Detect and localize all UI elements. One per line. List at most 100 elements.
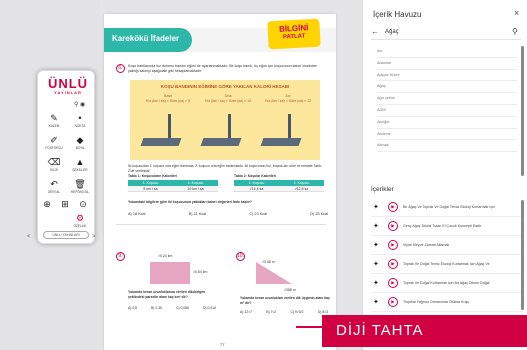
question-prompt: Yukarıdaki bilgilere göre iki koşucunun … xyxy=(128,200,252,204)
zoom-in-button[interactable]: ⊕ xyxy=(38,199,56,217)
tag-list: Acı Adamlar Adipoz Hücre Ağaç Ağır çekim… xyxy=(377,46,517,153)
zoom-in-icon: ⊕ xyxy=(43,199,51,209)
table2-title: Tablo 2: Koşular Kalorileri xyxy=(234,174,276,178)
content-pool-panel: İçerik Havuzu × ← Ağaç ⚲ Acı Adamlar Adi… xyxy=(362,0,527,350)
tag-item[interactable]: Acı xyxy=(377,46,517,58)
pen-tool-button[interactable]: ✎ KALEM xyxy=(42,113,66,131)
back-arrow-icon[interactable]: ← xyxy=(371,27,379,36)
tag-item[interactable]: Akciğer xyxy=(377,117,517,129)
tag-scrollbar[interactable] xyxy=(521,46,524,176)
toolbar-prev-arrow[interactable]: < xyxy=(27,234,31,240)
undo-button[interactable]: ↶ GERİ AL xyxy=(42,179,66,197)
content-list: ✦ ▶ Bir Ağaç Ve Toprak Ve Doğal Temiz Ekol… xyxy=(371,198,523,331)
level-formula: Hız (km / sa) × Süre (sa) × 10 xyxy=(204,99,252,103)
rect-dim-height: √0,54 km xyxy=(193,270,208,274)
diji-tahta-banner: DİJİ TAHTA xyxy=(322,315,527,347)
page-number: 77 xyxy=(220,342,225,347)
question-text: Yukarıda kenar uzunlukları verilen dik ü… xyxy=(240,296,330,305)
list-item[interactable]: ✦ ▶ Viyne Meyve Zaman Aliamak xyxy=(371,236,523,255)
badge-line2: PATLAT xyxy=(282,33,306,41)
toolbar-next-arrow[interactable]: > xyxy=(92,234,96,240)
highlighter-tool-button[interactable]: ✐ FOSFORLU xyxy=(42,135,66,153)
treadmill-hard: Zor Hız (km / sa) × Süre (sa) × 12 xyxy=(258,94,311,154)
dot-icon: • xyxy=(78,113,82,123)
answer-options: A) 18 Kcal B) 21 Kcal C) 23 Kcal D) 25 K… xyxy=(128,212,328,216)
play-icon[interactable]: ▶ xyxy=(388,259,398,269)
table1-title: Tablo 1: Koşucuların Kalorileri xyxy=(128,174,177,178)
pin-icon[interactable]: ✦ xyxy=(373,241,379,249)
publisher-logo: ÜNLÜ YAYINLAR xyxy=(47,76,89,95)
answer-b: B) 21 Kcal xyxy=(188,212,207,216)
level-name: Orta xyxy=(224,94,232,98)
table1: 1. Koşucu 5 km / sa 2. Koşucu 10 km / sa xyxy=(128,180,218,192)
list-item[interactable]: ✦ ▶ Genç Ağaç Dikimi Tutan El Çocuk Konsep… xyxy=(371,217,523,236)
grid-icon: ⊞ xyxy=(61,199,69,209)
tag-item[interactable]: Ağaç xyxy=(377,81,517,94)
tag-item[interactable]: AIDS xyxy=(377,105,517,117)
banner-accent-line xyxy=(296,326,324,328)
undo-icon: ↶ xyxy=(50,179,58,189)
play-icon[interactable]: ▶ xyxy=(388,278,398,288)
tag-item[interactable]: Akdeniz xyxy=(377,129,517,141)
tag-item[interactable]: Adipoz Hücre xyxy=(377,70,517,82)
chapter-title: Karekökü İfadeler xyxy=(112,34,180,43)
play-icon[interactable]: ▶ xyxy=(388,221,398,231)
question-text: Yukarıda kenar uzunluklarına verilen dik… xyxy=(128,290,206,299)
table2: 1. Koşucu √14,4 sa 2. Koşucu √12,5 sa xyxy=(234,180,324,192)
play-icon[interactable]: ▶ xyxy=(388,297,398,307)
list-item[interactable]: ✦ ▶ Toprak Ve Doğal Temiz Ekoloji Kurtarma… xyxy=(371,255,523,274)
pin-icon[interactable]: ✦ xyxy=(373,222,379,230)
content-scrollbar[interactable] xyxy=(521,200,524,310)
clear-all-button[interactable]: 🗑 HEPSİNİ SİL xyxy=(68,179,92,197)
pin-icon[interactable]: ✦ xyxy=(373,279,379,287)
answer-d: D) 25 Kcal xyxy=(310,212,328,216)
panel-title: İçerik Havuzu xyxy=(373,10,422,19)
target-icon: ⊙ xyxy=(79,199,87,209)
level-formula: Hız (km / sa) × Süre (sa) × 8 xyxy=(145,99,191,103)
section-title: İçerikler xyxy=(371,186,394,193)
search-input[interactable]: Ağaç xyxy=(385,29,399,35)
search-row: ← Ağaç ⚲ xyxy=(371,26,521,40)
play-icon[interactable]: ▶ xyxy=(388,240,398,250)
tag-item[interactable]: Ağır çekim xyxy=(377,93,517,105)
pen-icon: ✎ xyxy=(50,113,58,123)
answer-options: A) 0,8 B) 0,36 C) 0,086 D) 0,016 xyxy=(128,306,216,310)
question-text: Koşu bantlarında hız durumu bandın eğimi… xyxy=(128,64,318,73)
question-paragraph: İki koşucudan 1. koşucu orta eğim bantın… xyxy=(128,164,322,173)
tag-item[interactable]: Adamlar xyxy=(377,58,517,70)
level-name: Basit xyxy=(164,94,172,98)
shapes-icon: ▲ xyxy=(75,157,85,167)
dot-tool-button[interactable]: • NOKTA xyxy=(68,113,92,131)
pin-icon[interactable]: ✦ xyxy=(373,260,379,268)
question-number: 6. xyxy=(116,64,125,73)
settings-button[interactable]: ⚙ ÖZELLİK xyxy=(68,213,92,231)
list-item[interactable]: ✦ ▶ Bir Ağaç Ve Toprak Ve Doğal Temiz Ekol… xyxy=(371,198,523,217)
tag-item[interactable]: Akmak xyxy=(377,140,517,153)
triangle-figure xyxy=(256,262,292,284)
paint-tool-button[interactable]: ◆ BOYA xyxy=(68,135,92,153)
close-icon[interactable]: × xyxy=(514,8,519,18)
settings-icon: ⚙ xyxy=(75,213,85,223)
pin-icon[interactable]: ✦ xyxy=(373,203,379,211)
rect-dim-width: √0,24 km xyxy=(158,254,173,258)
answer-options: A) 12√7 B) 7√2 C) 9√3/2 D) 8√3 xyxy=(240,310,328,314)
pin-icon[interactable]: ✦ xyxy=(373,298,379,306)
treadmill-easy: Basit Hız (km / sa) × Süre (sa) × 8 xyxy=(138,94,190,154)
list-item[interactable]: ✦ ▶ Tropikal Yağmur Ormanında Ölüksa Kuşu xyxy=(371,293,523,312)
shapes-tool-button[interactable]: ▲ ŞEKİLLER xyxy=(68,157,92,175)
answer-a: A) 18 Kcal xyxy=(128,212,146,216)
eraser-icon: ⌫ xyxy=(47,157,61,167)
tri-dim-base: √388 m xyxy=(284,288,296,292)
drawing-toolbar: ÜNLÜ YAYINLAR ⚲ ◉ ✎ KALEM • NOKTA ✐ FOSFORL… xyxy=(37,70,95,244)
publisher-pill-button[interactable]: ÜNLÜ YAYINLARI xyxy=(43,231,89,239)
answer-c: C) 23 Kcal xyxy=(249,212,268,216)
highlighter-icon: ✐ xyxy=(50,135,58,145)
banner-label: DİJİ TAHTA xyxy=(336,322,424,339)
play-icon[interactable]: ▶ xyxy=(388,202,398,212)
list-item[interactable]: ✦ ▶ Toprak Ve Doğal Kurtarmak İçin Bir Ağa… xyxy=(371,274,523,293)
eye-icon[interactable]: ⚲ ◉ xyxy=(74,101,85,108)
divider xyxy=(116,224,326,225)
question-number: 10. xyxy=(236,252,245,261)
search-icon[interactable]: ⚲ xyxy=(512,27,518,36)
eraser-tool-button[interactable]: ⌫ SİLGİ xyxy=(42,157,66,175)
